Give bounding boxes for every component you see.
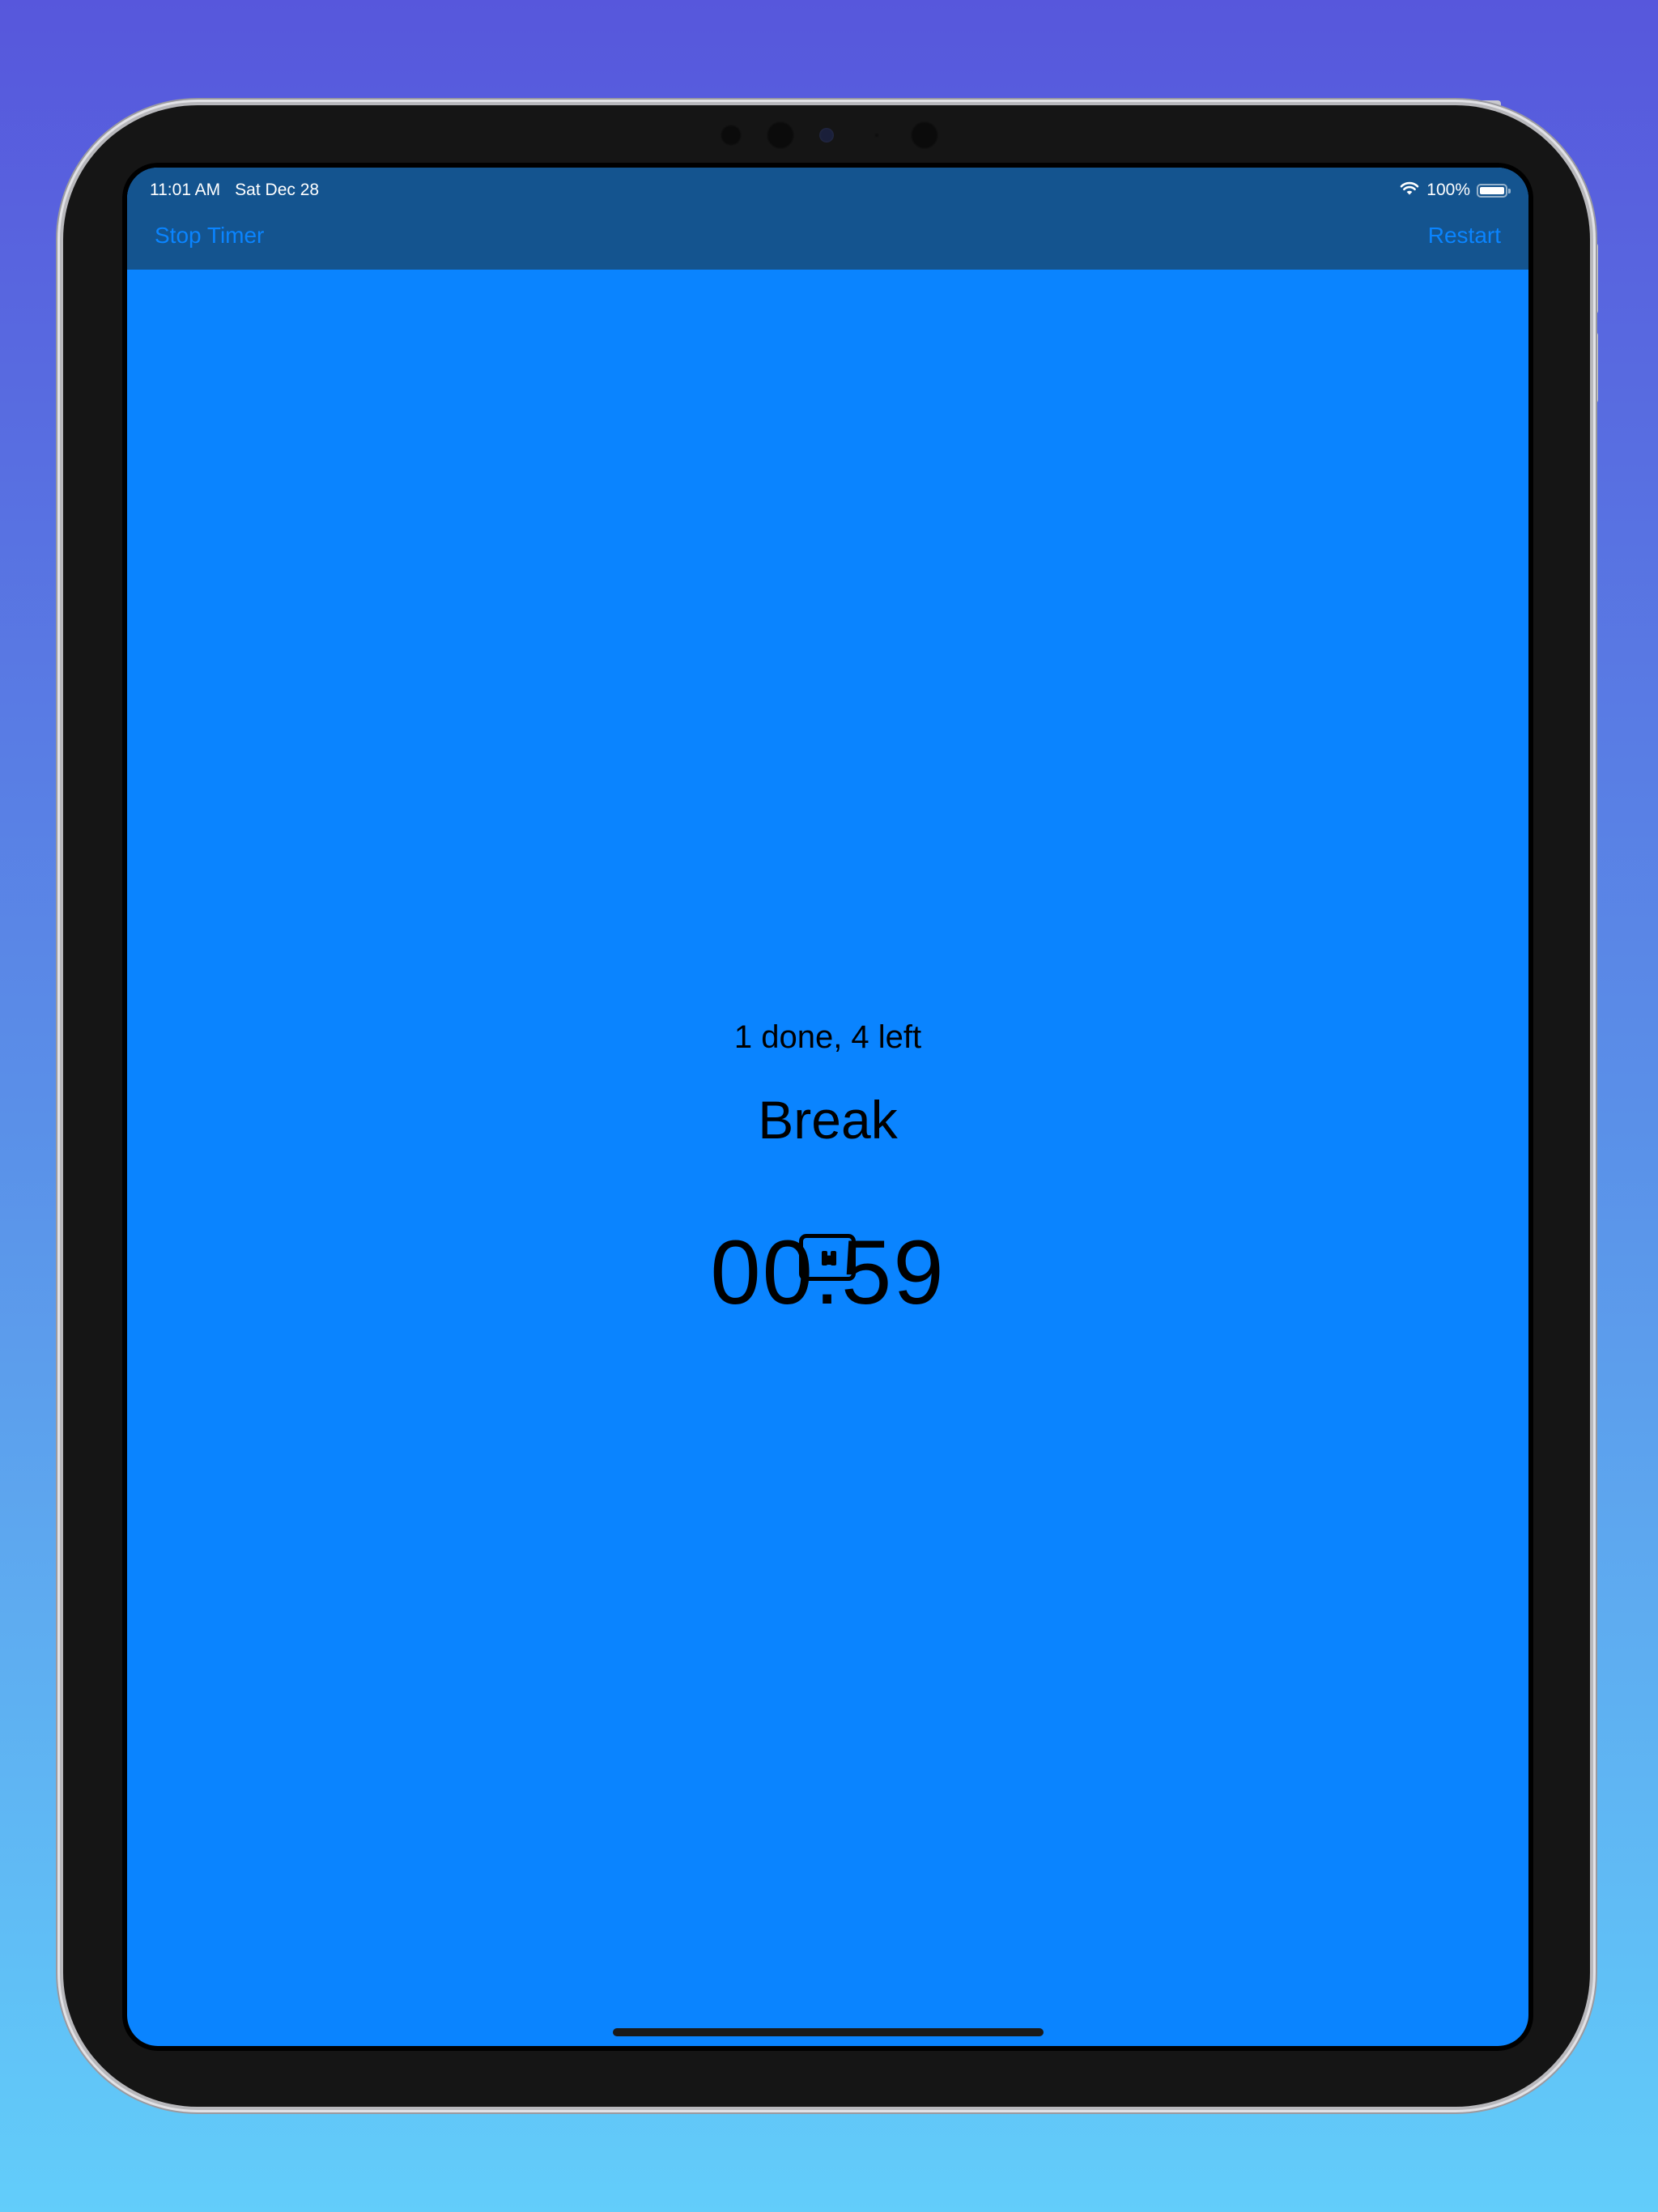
restart-button[interactable]: Restart (1428, 223, 1501, 249)
sensor-icon (721, 125, 742, 146)
pause-icon-bar (831, 1251, 836, 1266)
pause-button[interactable] (799, 1234, 856, 1281)
camera-housing (0, 121, 1658, 151)
battery-fill (1480, 186, 1504, 194)
proximity-sensor-icon (874, 133, 879, 138)
status-date: Sat Dec 28 (235, 181, 320, 199)
lens-icon (819, 128, 834, 143)
status-right-group: 100% (1399, 180, 1511, 201)
battery-percent: 100% (1426, 181, 1470, 199)
home-indicator[interactable] (613, 2028, 1044, 2036)
phase-label: Break (758, 1090, 898, 1150)
pause-icon (822, 1251, 827, 1266)
status-time: 11:01 AM (150, 181, 221, 199)
session-progress-text: 1 done, 4 left (733, 1019, 922, 1055)
camera-icon (767, 121, 794, 149)
status-bar: 11:01 AM Sat Dec 28 100% (150, 176, 1511, 205)
navigation-bar: 11:01 AM Sat Dec 28 100% Stop Timer Rest… (127, 168, 1528, 270)
wifi-icon (1399, 180, 1420, 201)
device-volume-down-button (1592, 332, 1598, 403)
stop-timer-button[interactable]: Stop Timer (155, 223, 264, 249)
app-screen: 11:01 AM Sat Dec 28 100% Stop Timer Rest… (127, 168, 1528, 2046)
battery-icon (1477, 183, 1511, 198)
device-volume-up-button (1592, 243, 1598, 314)
flood-illuminator-icon (911, 121, 938, 149)
